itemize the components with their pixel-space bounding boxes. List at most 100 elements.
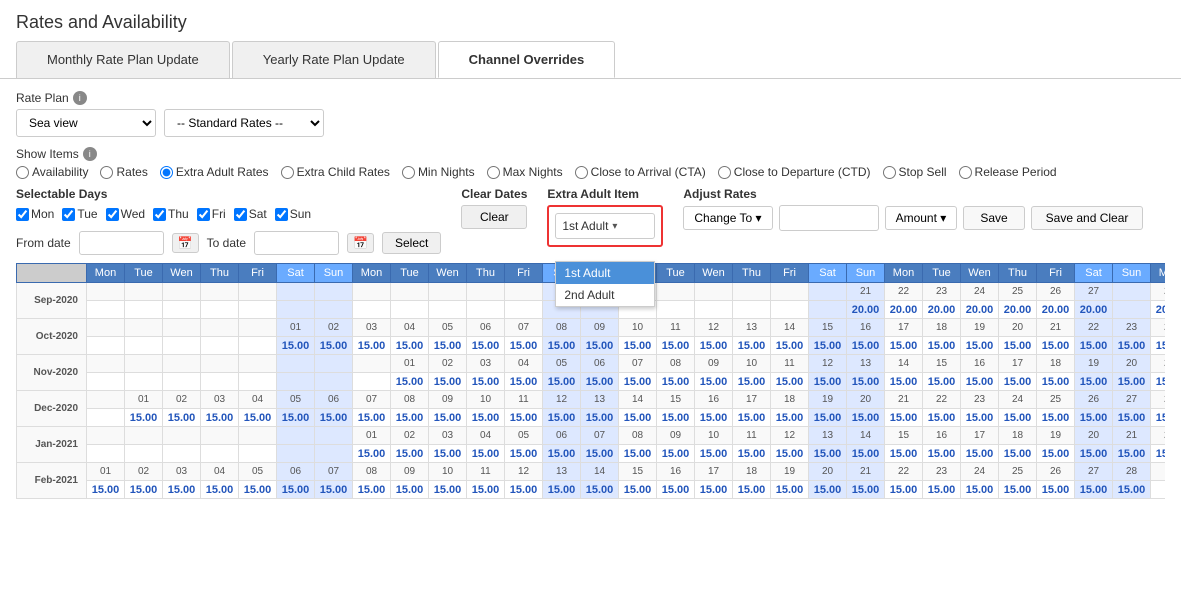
- rate-cell[interactable]: 15.00: [695, 337, 733, 355]
- rate-cell[interactable]: [353, 373, 391, 391]
- rate-cell[interactable]: [277, 373, 315, 391]
- day-cell[interactable]: 22: [885, 463, 923, 481]
- rate-cell[interactable]: [315, 301, 353, 319]
- rate-cell[interactable]: 15.00: [771, 337, 809, 355]
- rate-cell[interactable]: 15.00: [809, 481, 847, 499]
- day-cell[interactable]: 17: [733, 391, 771, 409]
- day-cell[interactable]: 18: [771, 391, 809, 409]
- day-cell[interactable]: 08: [657, 355, 695, 373]
- rate-cell[interactable]: 15.00: [429, 445, 467, 463]
- day-cell[interactable]: 27: [1075, 283, 1113, 301]
- day-cell[interactable]: 10: [695, 427, 733, 445]
- rate-cell[interactable]: 15.00: [733, 409, 771, 427]
- day-cell[interactable]: 09: [429, 391, 467, 409]
- rate-cell[interactable]: 15.00: [505, 337, 543, 355]
- rate-cell[interactable]: 15.00: [809, 337, 847, 355]
- rate-cell[interactable]: 15.00: [391, 445, 429, 463]
- day-cell[interactable]: 18: [733, 463, 771, 481]
- rate-cell[interactable]: 15.00: [847, 337, 885, 355]
- day-cell[interactable]: 25: [999, 463, 1037, 481]
- day-cell[interactable]: 14: [847, 427, 885, 445]
- rate-cell[interactable]: 15.00: [923, 409, 961, 427]
- rate-cell[interactable]: [467, 301, 505, 319]
- rate-cell[interactable]: 20.00: [999, 301, 1037, 319]
- rate-cell[interactable]: [771, 301, 809, 319]
- rate-cell[interactable]: 15.00: [657, 409, 695, 427]
- to-date-input[interactable]: [254, 231, 339, 255]
- rate-cell[interactable]: 15.00: [961, 373, 999, 391]
- day-cell[interactable]: 02: [429, 355, 467, 373]
- rate-cell[interactable]: 20.00: [1037, 301, 1075, 319]
- rate-cell[interactable]: 15.00: [1113, 337, 1151, 355]
- rate-cell[interactable]: 15.00: [1037, 373, 1075, 391]
- day-cell[interactable]: 21: [1037, 319, 1075, 337]
- rate-cell[interactable]: 15.00: [809, 445, 847, 463]
- day-cell[interactable]: 24: [961, 283, 999, 301]
- day-cell[interactable]: 13: [733, 319, 771, 337]
- day-mon[interactable]: Mon: [16, 207, 54, 221]
- radio-release[interactable]: Release Period: [959, 165, 1057, 179]
- day-cell[interactable]: 05: [277, 391, 315, 409]
- rate-cell[interactable]: [87, 337, 125, 355]
- rate-cell[interactable]: [125, 373, 163, 391]
- rate-cell[interactable]: 15.00: [239, 481, 277, 499]
- rate-cell[interactable]: 15.00: [125, 409, 163, 427]
- day-cell[interactable]: 28: [1151, 283, 1166, 301]
- day-cell[interactable]: 02: [125, 463, 163, 481]
- day-cell[interactable]: [87, 283, 125, 301]
- day-cell[interactable]: 17: [999, 355, 1037, 373]
- rate-cell[interactable]: 15.00: [429, 337, 467, 355]
- rate-cell[interactable]: 15.00: [505, 445, 543, 463]
- day-cell[interactable]: [315, 427, 353, 445]
- rate-cell[interactable]: 15.00: [1151, 445, 1166, 463]
- day-cell[interactable]: [125, 355, 163, 373]
- rate-cell[interactable]: 15.00: [277, 337, 315, 355]
- day-cell[interactable]: [201, 283, 239, 301]
- rate-cell[interactable]: 15.00: [581, 373, 619, 391]
- rate-cell[interactable]: 15.00: [999, 337, 1037, 355]
- rate-cell[interactable]: 15.00: [1113, 445, 1151, 463]
- rate-cell[interactable]: 20.00: [1151, 301, 1166, 319]
- rate-cell[interactable]: [163, 373, 201, 391]
- rate-cell[interactable]: 15.00: [581, 337, 619, 355]
- rate-cell[interactable]: 15.00: [277, 409, 315, 427]
- day-cell[interactable]: [353, 355, 391, 373]
- day-cell[interactable]: 15: [923, 355, 961, 373]
- day-cell[interactable]: 24: [999, 391, 1037, 409]
- day-cell[interactable]: [201, 427, 239, 445]
- day-cell[interactable]: 24: [1151, 319, 1166, 337]
- rate-cell[interactable]: 15.00: [695, 445, 733, 463]
- day-cell[interactable]: 01: [87, 463, 125, 481]
- radio-max-nights[interactable]: Max Nights: [487, 165, 563, 179]
- rate-cell[interactable]: 20.00: [923, 301, 961, 319]
- day-cell[interactable]: 01: [353, 427, 391, 445]
- rate-cell[interactable]: [125, 301, 163, 319]
- day-cell[interactable]: 11: [467, 463, 505, 481]
- day-cell[interactable]: 20: [847, 391, 885, 409]
- day-cell[interactable]: 13: [581, 391, 619, 409]
- rate-cell[interactable]: 15.00: [391, 481, 429, 499]
- day-cell[interactable]: [125, 319, 163, 337]
- amount-button[interactable]: Amount ▾: [885, 206, 958, 230]
- radio-ctd[interactable]: Close to Departure (CTD): [718, 165, 871, 179]
- day-cell[interactable]: 27: [1113, 391, 1151, 409]
- amount-input[interactable]: [779, 205, 879, 231]
- day-cell[interactable]: 03: [163, 463, 201, 481]
- day-cell[interactable]: 14: [771, 319, 809, 337]
- rate-cell[interactable]: [1113, 301, 1151, 319]
- rate-cell[interactable]: 15.00: [543, 409, 581, 427]
- day-cell[interactable]: 01: [277, 319, 315, 337]
- tab-yearly[interactable]: Yearly Rate Plan Update: [232, 41, 436, 78]
- rate-cell[interactable]: 15.00: [847, 373, 885, 391]
- rate-cell[interactable]: 15.00: [771, 481, 809, 499]
- rate-cell[interactable]: [239, 301, 277, 319]
- day-cell[interactable]: 22: [885, 283, 923, 301]
- day-cell[interactable]: 22: [923, 391, 961, 409]
- rate-cell[interactable]: 15.00: [847, 445, 885, 463]
- day-cell[interactable]: 10: [619, 319, 657, 337]
- day-sat[interactable]: Sat: [234, 207, 267, 221]
- rate-cell[interactable]: 15.00: [581, 409, 619, 427]
- day-cell[interactable]: [239, 355, 277, 373]
- day-cell[interactable]: 01: [125, 391, 163, 409]
- rate-cell[interactable]: 15.00: [353, 337, 391, 355]
